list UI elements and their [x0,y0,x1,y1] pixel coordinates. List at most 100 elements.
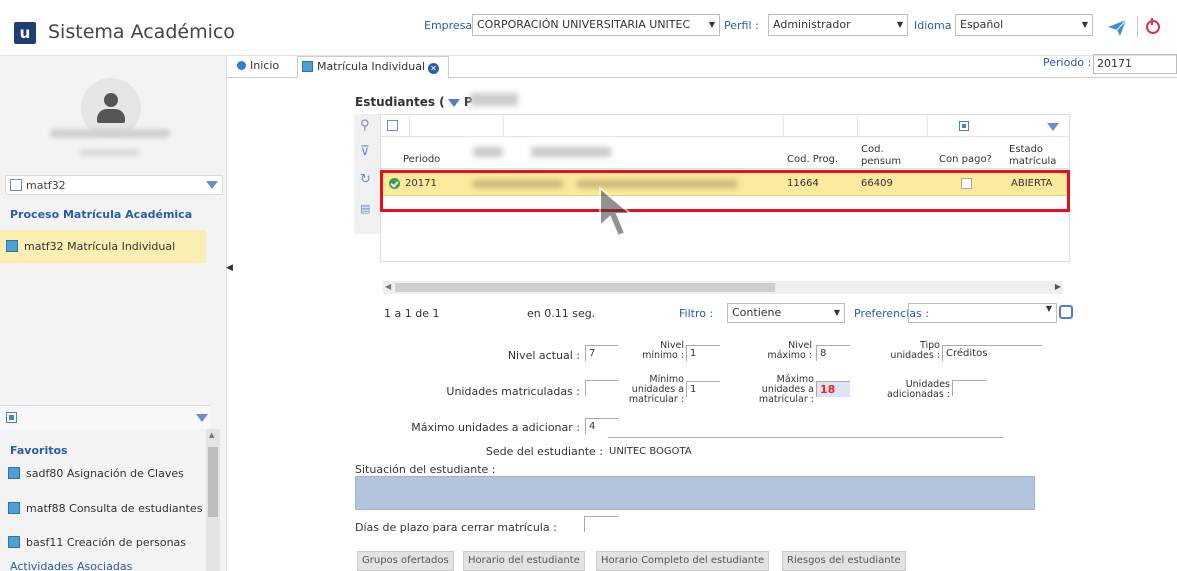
column-estado[interactable]: Estado matrícula [1009,137,1069,169]
idioma-label: Idioma : [914,19,959,32]
idioma-select[interactable]: Español ▼ [955,14,1093,36]
search-icon[interactable]: ⚲ [360,118,370,133]
filter-cell[interactable] [783,115,857,137]
filter-cell[interactable] [409,115,503,137]
tab-bar: Inicio Matrícula Individual ✕ [227,56,1177,78]
filtro-value: Contiene [732,306,782,319]
edit-icon[interactable] [387,120,398,131]
preferencias-select[interactable]: ▼ [908,303,1057,323]
column-con-pago[interactable]: Con pago? [939,137,999,169]
menu-item-matricula-individual[interactable]: matf32 Matrícula Individual [0,230,206,263]
tab-grupos-ofertados[interactable]: Grupos ofertados [357,551,454,571]
form-icon [8,467,20,479]
tab-inicio[interactable]: Inicio [237,56,279,78]
chevron-right-icon[interactable]: ▶ [1055,282,1061,291]
select-icon[interactable] [959,121,969,131]
empresa-select[interactable]: CORPORACIÓN UNIVERSITARIA UNITEC ▼ [472,14,720,36]
favorite-label: basf11 Creación de personas [26,536,187,549]
app-logo: u [14,22,36,44]
chevron-left-icon[interactable]: ◀ [385,282,391,291]
column-label: pensum [861,156,902,167]
column-cod-pensum[interactable]: Cod. pensum [861,137,921,169]
favorite-label: matf88 Consulta de estudiantes [26,502,203,515]
column-label: Con pago? [939,154,992,165]
perfil-select[interactable]: Administrador ▼ [768,14,908,36]
favorites-search[interactable] [0,405,210,429]
chevron-up-icon[interactable]: ▲ [209,431,214,439]
column-periodo[interactable]: Periodo [403,137,463,169]
grid-pager: 1 a 1 de 1 en 0.11 seg. Filtro : Contien… [383,298,1073,326]
nivel-actual-field: 7 [585,345,618,361]
send-icon[interactable] [1107,18,1127,38]
column-blurred [531,147,611,157]
user-role-blurred [80,149,140,156]
chevron-down-icon: ▼ [1081,20,1088,29]
collapse-sidebar-icon[interactable]: ◀ [226,263,233,273]
divider [608,437,1003,438]
form-icon [302,61,313,72]
label-part: matricular : [758,394,814,405]
favorite-item[interactable]: basf11 Creación de personas [0,530,206,554]
refresh-icon[interactable]: ↻ [360,172,371,187]
idioma-value: Español [960,18,1004,31]
filter-clear-icon[interactable]: ⊽ [360,144,370,159]
favorites-title: Favoritos [10,444,68,457]
menu-item-label: matf32 Matrícula Individual [24,240,176,253]
column-label: matrícula [1009,156,1057,167]
export-icon[interactable]: ▤ [360,202,370,215]
form-icon [6,240,18,252]
edit-icon [10,179,22,191]
column-blurred [473,147,503,157]
horizontal-scrollbar[interactable]: ◀ ▶ [383,281,1063,294]
situacion-textarea[interactable] [355,476,1035,510]
dias-plazo-field[interactable] [584,516,618,532]
close-icon[interactable]: ✕ [428,63,440,74]
tab-riesgos[interactable]: Riesgos del estudiante [782,551,906,571]
sede-value: UNITEC BOGOTA [609,446,692,457]
grid-title-blurred [470,93,518,106]
filtro-label: Filtro : [679,307,714,320]
filter-icon[interactable] [1047,123,1059,131]
unidades-adicionadas-label: Unidades adicionadas : [870,380,950,400]
tab-horario-completo[interactable]: Horario Completo del estudiante [596,551,770,571]
filter-icon[interactable] [206,181,218,189]
label-part: mínimo : [642,350,684,361]
select-icon[interactable] [6,412,17,423]
label-part: máximo : [767,350,812,361]
logout-icon[interactable] [1146,18,1160,34]
tab-matricula-individual[interactable]: Matrícula Individual ✕ [297,56,449,78]
favorite-item[interactable]: sadf80 Asignación de Claves [0,461,206,485]
menu-group-title[interactable]: Proceso Matrícula Académica [10,208,192,221]
filter-cell[interactable] [857,115,927,137]
maximo-unidades-field: 18 [816,381,850,397]
max-adicionar-label: Máximo unidades a adicionar : [411,421,580,434]
empresa-value: CORPORACIÓN UNIVERSITARIA UNITEC [477,18,691,31]
dias-plazo-label: Días de plazo para cerrar matrícula : [355,521,557,534]
favorites-scrollbar[interactable]: ▲ [206,429,220,571]
nivel-actual-label: Nivel actual : [507,349,580,362]
favorite-label: sadf80 Asignación de Claves [26,467,184,480]
grid-header: Periodo Cod. Prog. Cod. pensum Con pago?… [381,137,1069,169]
label-part: unidades : [890,350,940,361]
filtro-select[interactable]: Contiene ▼ [727,303,845,323]
column-label: Cod. Prog. [787,154,839,165]
perfil-value: Administrador [773,18,851,31]
filter-cell[interactable] [503,115,783,137]
filter-icon[interactable] [447,99,460,107]
annotation-highlight-box [380,170,1070,212]
grid-toolbar: ⚲ ⊽ ↻ ▤ [354,114,380,234]
form-icon [8,536,20,548]
favorite-item[interactable]: matf88 Consulta de estudiantes [0,496,206,520]
record-count: 1 a 1 de 1 [384,307,440,320]
menu-search-input[interactable]: matf32 [5,175,223,195]
filter-icon[interactable] [196,414,208,422]
save-icon[interactable] [1059,305,1073,319]
grid-title-text: Estudiantes ( [355,95,445,109]
periodo-label: Periodo : [1043,56,1092,69]
chevron-down-icon: ▼ [708,20,715,29]
maximo-unidades-label: Máximo unidades a matricular : [744,375,814,405]
periodo-input[interactable]: 20171 [1093,54,1177,74]
sede-label: Sede del estudiante : [485,445,603,458]
column-cod-prog[interactable]: Cod. Prog. [787,137,855,169]
tab-horario-estudiante[interactable]: Horario del estudiante [463,551,585,571]
